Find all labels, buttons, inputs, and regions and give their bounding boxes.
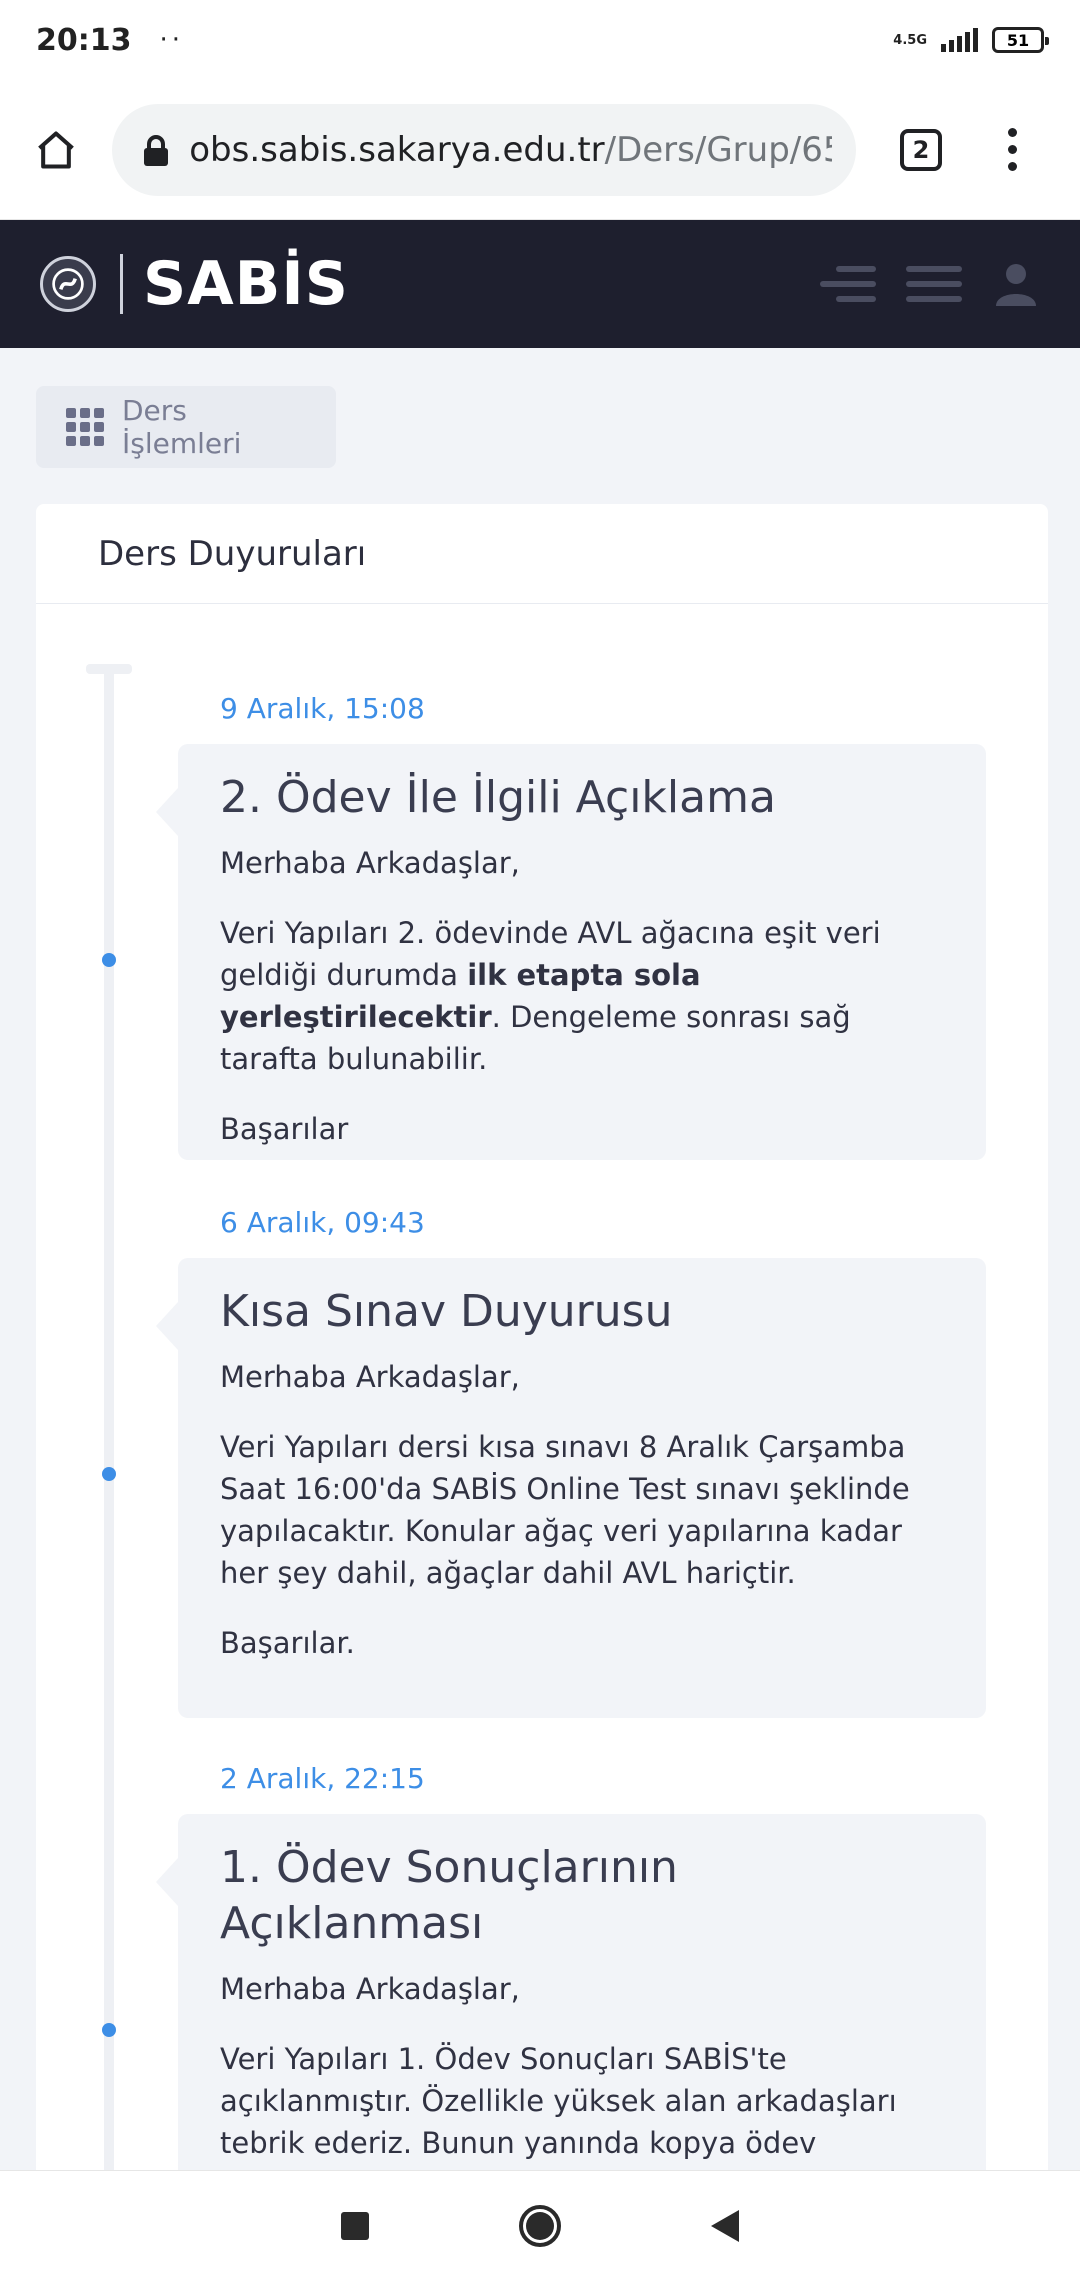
- home-button[interactable]: [30, 124, 82, 176]
- announcements-card: Ders Duyuruları 9 Aralık, 15:08 2. Ödev …: [36, 504, 1048, 2170]
- battery-icon: 51: [992, 27, 1049, 53]
- announcement-text: Veri Yapıları dersi kısa sınavı 8 Aralık…: [220, 1430, 910, 1590]
- url-host: obs.sabis.sakarya.edu.tr: [189, 129, 605, 170]
- header-actions: [820, 260, 1040, 308]
- collapse-menu-icon[interactable]: [820, 266, 876, 302]
- tab-count: 2: [912, 135, 930, 164]
- announcement-date: 6 Aralık, 09:43: [220, 1206, 425, 1239]
- user-icon[interactable]: [992, 260, 1040, 308]
- home-icon: [38, 130, 74, 169]
- back-button[interactable]: [711, 2209, 739, 2242]
- timeline-dot: [102, 2023, 116, 2037]
- announcement-text: Veri Yapıları 1. Ödev Sonuçları SABİS'te…: [220, 2042, 941, 2170]
- announcement-item: Kısa Sınav Duyurusu Merhaba Arkadaşlar, …: [156, 1258, 986, 1718]
- announcement-title: 2. Ödev İle İlgili Açıklama: [220, 772, 776, 823]
- url-text: obs.sabis.sakarya.edu.tr/Ders/Grup/65: [189, 130, 832, 170]
- announcement-greeting: Merhaba Arkadaşlar,: [220, 1360, 520, 1394]
- grid-icon: [66, 408, 104, 446]
- course-actions-button[interactable]: Ders İşlemleri: [36, 386, 336, 468]
- course-actions-label: Ders İşlemleri: [122, 394, 242, 460]
- timeline-dot: [102, 1467, 116, 1481]
- notification-dots: ··: [159, 25, 185, 55]
- timeline-dot: [102, 953, 116, 967]
- page-content: Ders İşlemleri Ders Duyuruları 9 Aralık,…: [0, 348, 1080, 2170]
- announcement-date: 9 Aralık, 15:08: [220, 692, 425, 725]
- announcement-closing: Başarılar: [220, 1112, 349, 1146]
- home-circle-icon: [526, 2211, 554, 2240]
- browser-toolbar: obs.sabis.sakarya.edu.tr/Ders/Grup/65 2: [0, 80, 1080, 220]
- app-header: SABİS: [0, 220, 1080, 348]
- address-bar[interactable]: obs.sabis.sakarya.edu.tr/Ders/Grup/65: [112, 103, 856, 196]
- more-vert-icon: [1008, 128, 1017, 137]
- timeline-line: [104, 670, 114, 2170]
- status-icons: 4.5G 51: [893, 27, 1049, 53]
- announcement-closing: Başarılar.: [220, 1626, 355, 1660]
- announcement-text: Veri Yapıları 2. ödevinde AVL ağacına eş…: [220, 916, 881, 1076]
- university-logo-icon: [40, 256, 96, 312]
- tab-switcher-button[interactable]: 2: [900, 128, 942, 171]
- announcement-item: 2. Ödev İle İlgili Açıklama Merhaba Arka…: [156, 744, 986, 1160]
- signal-icon: [941, 28, 978, 52]
- status-time: 20:13: [36, 22, 132, 58]
- announcement-item: 1. Ödev Sonuçlarının Açıklanması Merhaba…: [156, 1814, 986, 2170]
- network-type-label: 4.5G: [893, 32, 927, 48]
- announcement-title: Kısa Sınav Duyurusu: [220, 1286, 673, 1337]
- announcement-date: 2 Aralık, 22:15: [220, 1762, 425, 1795]
- system-nav-bar: [0, 2170, 1080, 2280]
- announcement-greeting: Merhaba Arkadaşlar,: [220, 1972, 520, 2006]
- url-path: /Ders/Grup/65: [604, 129, 832, 170]
- announcement-title: 1. Ödev Sonuçlarının Açıklanması: [220, 1842, 678, 1949]
- card-header: Ders Duyuruları: [36, 504, 1048, 604]
- browser-menu-button[interactable]: [1008, 128, 1017, 171]
- recent-apps-button[interactable]: [341, 2211, 369, 2240]
- status-bar: 20:13 ·· 4.5G 51: [0, 0, 1080, 80]
- announcement-greeting: Merhaba Arkadaşlar,: [220, 846, 520, 880]
- app-logo-text: SABİS: [143, 249, 349, 319]
- battery-level: 51: [1006, 30, 1030, 50]
- home-nav-button[interactable]: [519, 2204, 561, 2247]
- lock-icon: [136, 130, 175, 170]
- hamburger-menu-icon[interactable]: [906, 266, 962, 302]
- logo-divider: [120, 254, 123, 314]
- card-title: Ders Duyuruları: [98, 533, 367, 574]
